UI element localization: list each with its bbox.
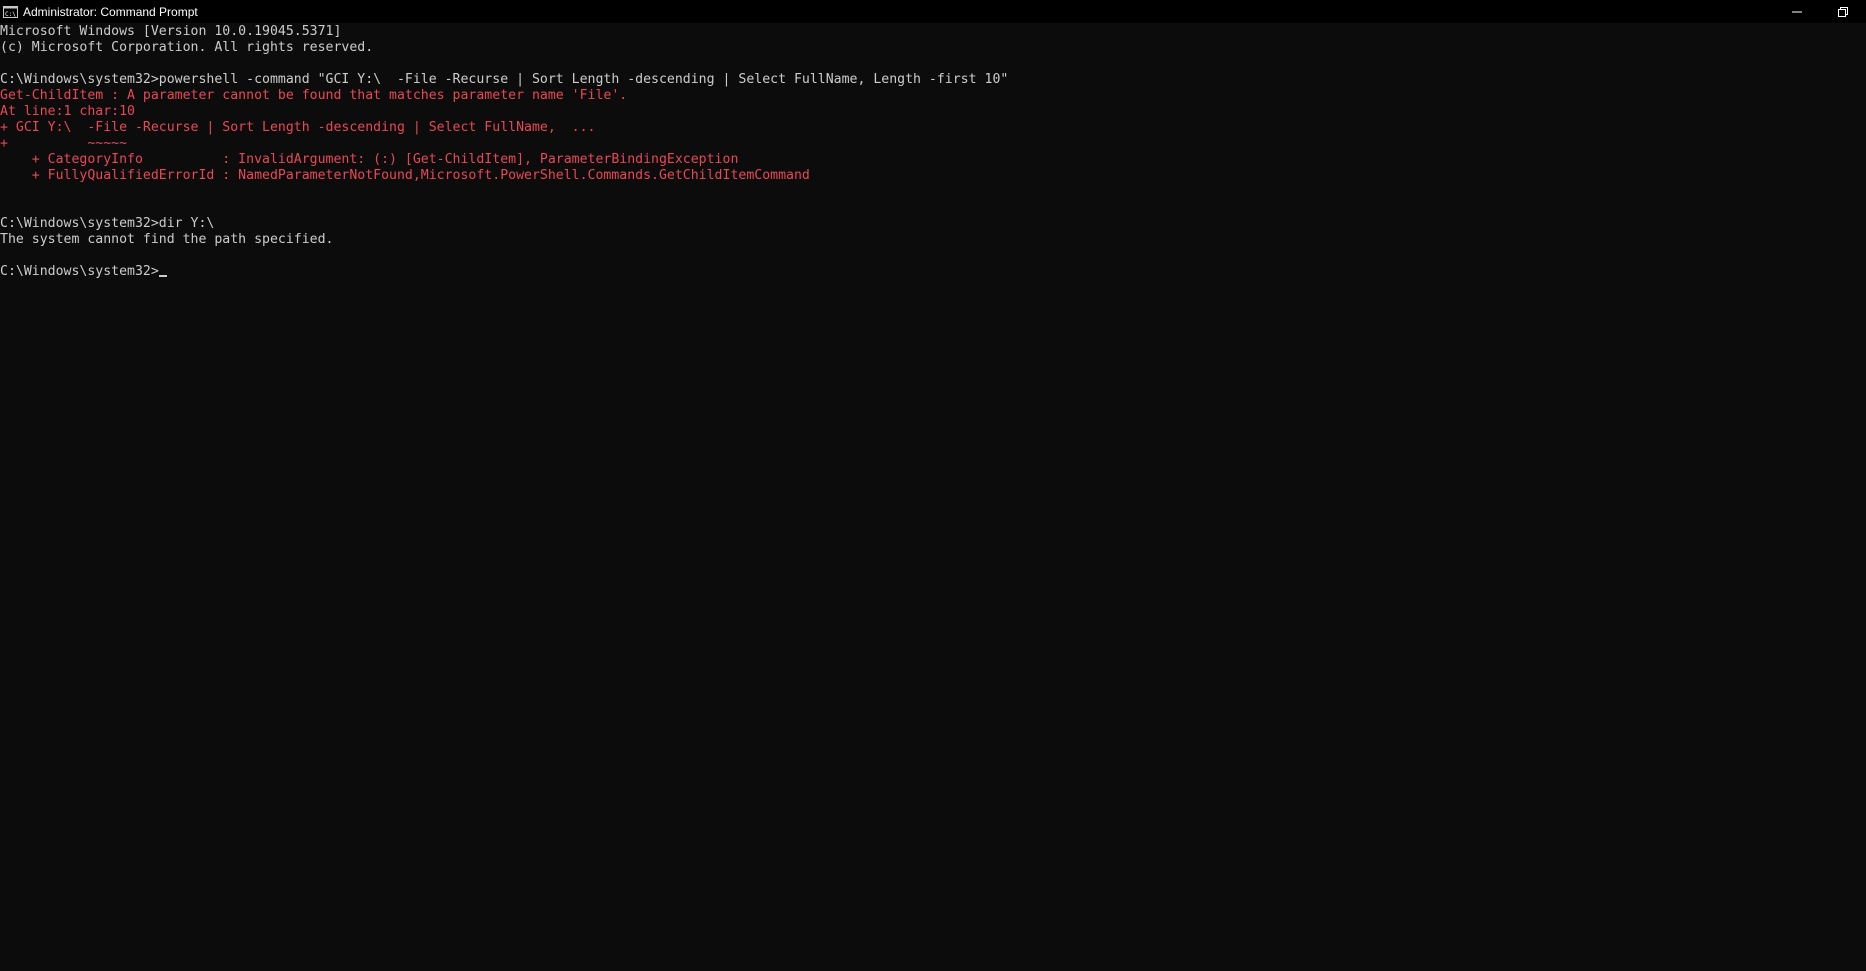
svg-text:C:\: C:\ [5, 11, 16, 18]
console-line: The system cannot find the path specifie… [0, 232, 334, 247]
error-output-line: At line:1 char:10 [0, 104, 135, 119]
title-bar[interactable]: C:\ Administrator: Command Prompt [0, 0, 1866, 23]
error-output-line: + CategoryInfo : InvalidArgument: (:) [G… [0, 152, 739, 167]
restore-icon [1838, 6, 1848, 17]
console-output[interactable]: Microsoft Windows [Version 10.0.19045.53… [0, 24, 1866, 971]
cmd-app-icon: C:\ [3, 5, 18, 18]
error-output-line: + FullyQualifiedErrorId : NamedParameter… [0, 168, 810, 183]
error-output-line: Get-ChildItem : A parameter cannot be fo… [0, 88, 628, 103]
console-line: (c) Microsoft Corporation. All rights re… [0, 40, 374, 55]
minimize-icon [1792, 11, 1802, 12]
window-controls [1774, 0, 1866, 23]
minimize-button[interactable] [1774, 0, 1820, 23]
error-output-line: + GCI Y:\ -File -Recurse | Sort Length -… [0, 120, 596, 135]
console-line: Microsoft Windows [Version 10.0.19045.53… [0, 24, 342, 39]
restore-button[interactable] [1820, 0, 1866, 23]
prompt-line[interactable]: C:\Windows\system32> [0, 264, 1866, 280]
error-output-line: + ~~~~~ [0, 136, 128, 151]
console-line: C:\Windows\system32>powershell -command … [0, 72, 1009, 87]
prompt-text: C:\Windows\system32> [0, 264, 159, 279]
window-title: Administrator: Command Prompt [23, 4, 198, 19]
command-prompt-window: C:\ Administrator: Command Prompt Micros… [0, 0, 1866, 971]
console-line: C:\Windows\system32>dir Y:\ [0, 216, 215, 231]
text-cursor [158, 275, 167, 277]
